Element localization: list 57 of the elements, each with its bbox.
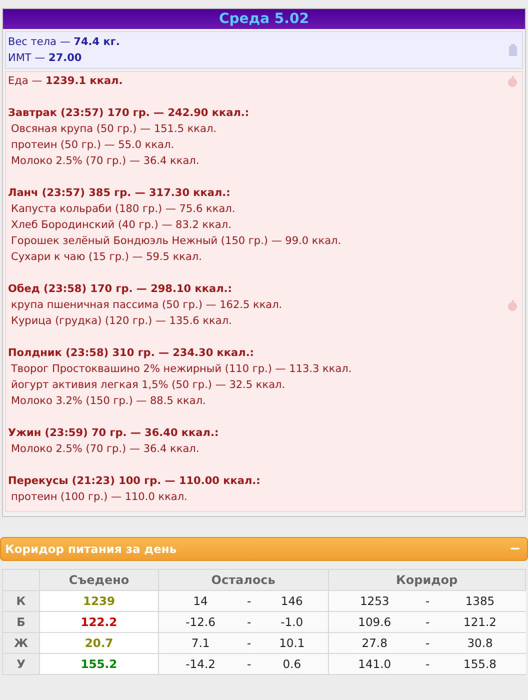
table-cell: 30.8 (434, 632, 526, 654)
range-dash: - (242, 590, 256, 612)
table-cell: 121.2 (434, 612, 526, 632)
meal-title: Перекусы (21:23) 100 гр. — 110.00 ккал.: (8, 474, 262, 489)
food-item: йогурт активия легкая 1,5% (50 гр.) — 32.5 ккал. (10, 378, 286, 393)
meal-title: Полдник (23:58) 310 гр. — 234.30 ккал.: (8, 346, 256, 361)
meal-title: Завтрак (23:57) 170 гр. — 242.90 ккал.: (8, 106, 250, 121)
range-dash: - (242, 612, 256, 632)
food-item: Овсяная крупа (50 гр.) — 151.5 ккал. (10, 122, 217, 137)
meal-title: Ланч (23:57) 385 гр. — 317.30 ккал.: (8, 186, 232, 201)
eaten-value: 155.2 (40, 654, 158, 674)
table-cell: 109.6 (328, 612, 421, 632)
column-header: Осталось (158, 570, 328, 590)
table-cell: 155.8 (434, 654, 526, 674)
food-item: протеин (100 гр.) — 110.0 ккал. (10, 490, 188, 505)
food-item: Молоко 3.2% (150 гр.) — 88.5 ккал. (10, 394, 206, 409)
eaten-value: 122.2 (40, 612, 158, 632)
food-item: Сухари к чаю (15 гр.) — 59.5 ккал. (10, 250, 202, 265)
row-label: У (2, 654, 40, 674)
food-item: Капуста кольраби (180 гр.) — 75.6 ккал. (10, 202, 236, 217)
row-label: К (2, 590, 40, 612)
food-item: протеин (50 гр.) — 55.0 ккал. (10, 138, 174, 153)
table-cell: 1253 (328, 590, 421, 612)
food-item: Творог Простоквашино 2% нежирный (110 гр.) — 113.3 ккал. (10, 362, 352, 377)
eaten-value: 20.7 (40, 632, 158, 654)
collapse-button[interactable]: − (507, 542, 523, 556)
food-item: Молоко 2.5% (70 гр.) — 36.4 ккал. (10, 442, 200, 457)
food-item: Горошек зелёный Бондюэль Нежный (150 гр.) — 99.0 ккал. (10, 234, 342, 249)
column-header: Съедено (40, 570, 158, 590)
table-cell: -1.0 (256, 612, 328, 632)
table-cell: 7.1 (158, 632, 242, 654)
meal-title: Обед (23:58) 170 гр. — 298.10 ккал.: (8, 282, 233, 297)
body-weight: Вес тела — 74.4 кг. (8, 35, 120, 50)
day-title: Среда 5.02 (3, 9, 525, 29)
table-cell: 14 (158, 590, 242, 612)
food-item: Хлеб Бородинский (40 гр.) — 83.2 ккал. (10, 218, 232, 233)
food-item: Молоко 2.5% (70 гр.) — 36.4 ккал. (10, 154, 200, 169)
range-dash: - (242, 632, 256, 654)
table-cell: 27.8 (328, 632, 421, 654)
food-item: крупа пшеничная пассима (50 гр.) — 162.5 ккал. (10, 298, 282, 313)
eaten-value: 1239 (40, 590, 158, 612)
food-total: Еда — 1239.1 ккал. (8, 74, 123, 89)
range-dash: - (242, 654, 256, 674)
table-cell: 0.6 (256, 654, 328, 674)
table-cell: 1385 (434, 590, 526, 612)
table-cell: 10.1 (256, 632, 328, 654)
table-cell: -14.2 (158, 654, 242, 674)
table-cell: 141.0 (328, 654, 421, 674)
row-label: Б (2, 612, 40, 632)
row-label: Ж (2, 632, 40, 654)
food-item: Курица (грудка) (120 гр.) — 135.6 ккал. (10, 314, 232, 329)
meal-title: Ужин (23:59) 70 гр. — 36.40 ккал.: (8, 426, 220, 441)
bmi-value: ИМТ — 27.00 (8, 51, 83, 66)
column-header: Коридор (328, 570, 526, 590)
table-cell: 146 (256, 590, 328, 612)
table-cell: -12.6 (158, 612, 242, 632)
panel-title: Коридор питания за день (5, 542, 177, 556)
